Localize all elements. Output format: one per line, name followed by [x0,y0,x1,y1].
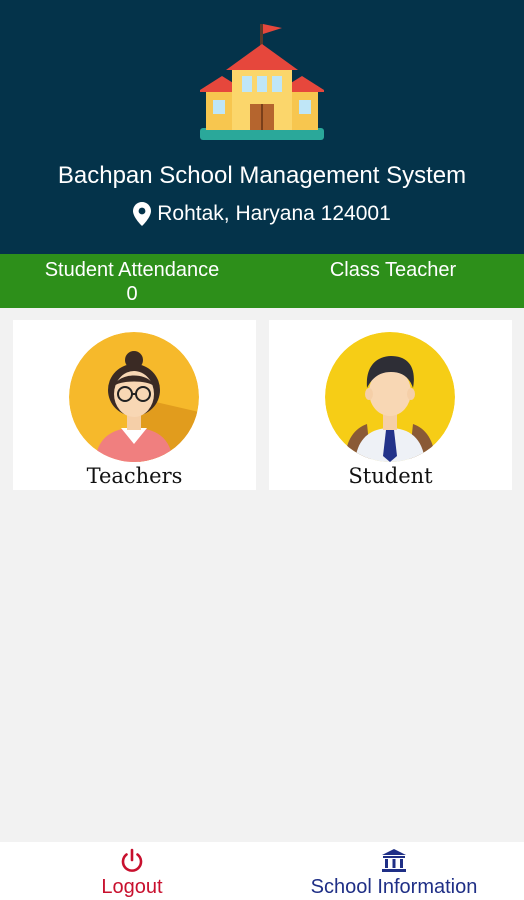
student-card[interactable]: Student [269,320,512,490]
teachers-label: Teachers [86,464,183,488]
class-teacher-stat[interactable]: Class Teacher [282,258,504,282]
student-label: Student [348,464,433,488]
power-icon [121,848,143,872]
teachers-card[interactable]: Teachers [13,320,256,490]
teacher-avatar-icon [69,332,199,462]
student-avatar-icon [325,332,455,462]
student-attendance-value: 0 [126,283,138,305]
logout-label: Logout [101,876,163,898]
logout-button[interactable]: Logout [62,848,202,899]
student-attendance-stat[interactable]: Student Attendance 0 [22,258,242,306]
bank-building-icon [382,849,406,872]
stats-bar: Student Attendance 0 Class Teacher [0,254,524,308]
student-attendance-label: Student Attendance [44,259,220,281]
class-teacher-label: Class Teacher [329,259,457,281]
app-header: Bachpan School Management System Rohtak,… [0,0,524,254]
map-pin-icon [133,202,152,226]
school-address: Rohtak, Haryana 124001 [0,202,524,226]
address-text: Rohtak, Haryana 124001 [157,202,391,225]
school-building-icon [200,24,324,140]
bottom-navigation: Logout School Information [0,842,524,900]
school-information-label: School Information [310,876,478,898]
school-information-button[interactable]: School Information [286,848,502,899]
app-title: Bachpan School Management System [57,162,467,189]
